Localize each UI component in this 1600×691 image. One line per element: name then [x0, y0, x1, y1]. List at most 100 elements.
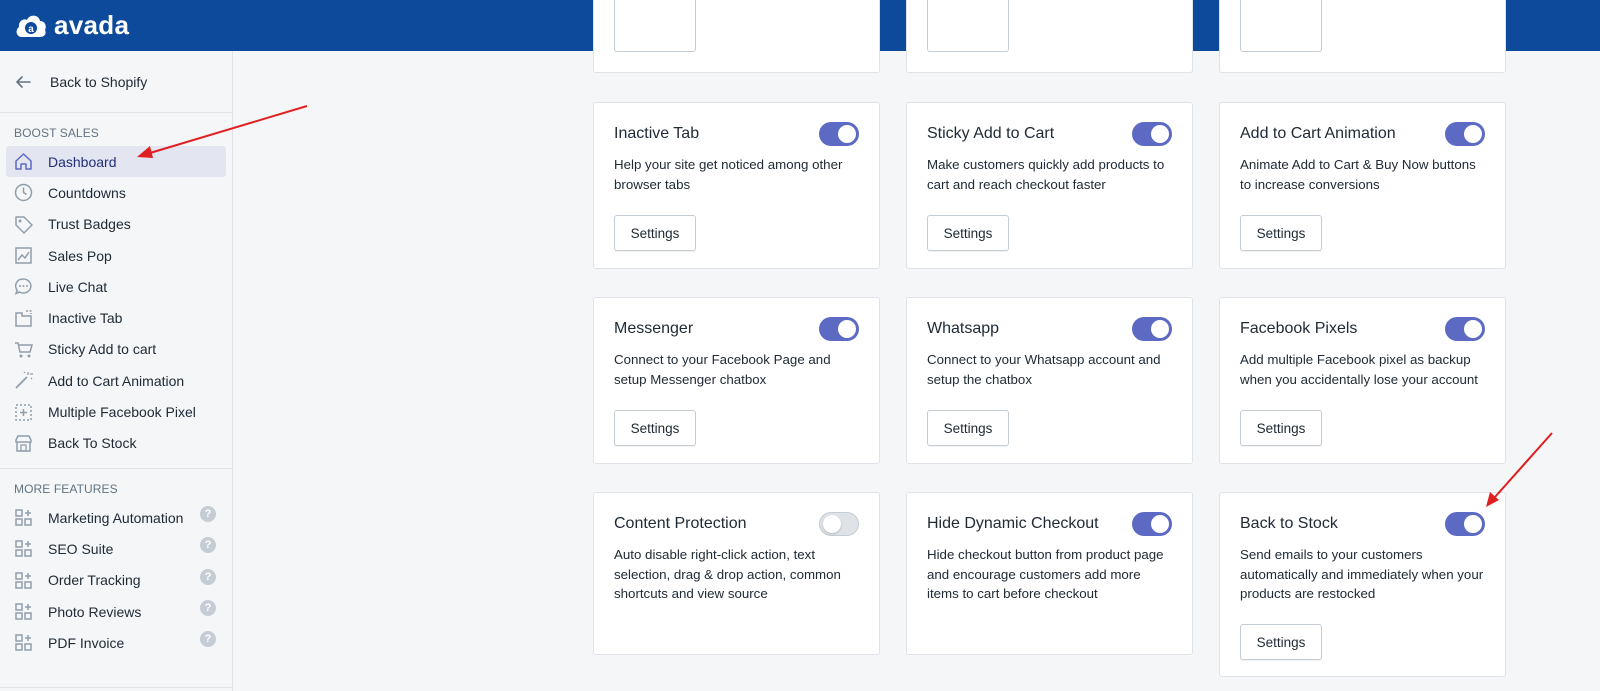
boost-sales-nav: Dashboard Countdowns Trust Badges Sales Pop…	[0, 146, 232, 459]
sidebar-item-label: Back To Stock	[48, 435, 137, 452]
chat-icon	[13, 276, 34, 297]
sidebar-item-label: SEO Suite	[48, 540, 114, 557]
back-label: Back to Shopify	[50, 73, 148, 90]
settings-button[interactable]: Settings	[927, 410, 1009, 446]
card-description: Help your site get noticed among other b…	[614, 157, 843, 192]
store-icon	[13, 433, 34, 454]
help-icon[interactable]: ?	[200, 631, 216, 648]
sidebar-item-label: Sales Pop	[48, 247, 112, 264]
sidebar-item-seo-suite[interactable]: SEO Suite?	[6, 533, 226, 564]
sidebar-item-countdowns[interactable]: Countdowns	[6, 177, 226, 208]
card-title: Content Protection	[614, 515, 747, 532]
more-features-nav: Marketing Automation? SEO Suite? Order Tra…	[0, 502, 232, 658]
feature-toggle[interactable]	[1132, 512, 1172, 536]
feature-card-sticky-add-to-cart: Sticky Add to Cart Make customers quickly…	[906, 102, 1193, 269]
help-icon[interactable]: ?	[200, 537, 216, 554]
feature-card-add-to-cart-animation: Add to Cart Animation Animate Add to Cart…	[1219, 102, 1506, 269]
card-description: Send emails to your customers automatica…	[1240, 547, 1484, 601]
sidebar-item-label: Sticky Add to cart	[48, 341, 157, 358]
sidebar-item-sticky-add-to-cart[interactable]: Sticky Add to cart	[6, 334, 226, 365]
sidebar: Back to Shopify BOOST SALES Dashboard Cou…	[0, 51, 233, 691]
settings-button[interactable]: Settings	[1240, 624, 1322, 660]
sidebar-item-label: Order Tracking	[48, 572, 141, 589]
browser-tab-icon	[13, 308, 34, 329]
sidebar-item-dashboard[interactable]: Dashboard	[6, 146, 226, 178]
card-title: Messenger	[614, 320, 694, 337]
sidebar-item-photo-reviews[interactable]: Photo Reviews?	[6, 596, 226, 627]
pixel-icon	[13, 402, 34, 423]
card-description: Add multiple Facebook pixel as backup wh…	[1240, 352, 1479, 387]
feature-card-whatsapp: Whatsapp Connect to your Whatsapp account…	[906, 297, 1193, 464]
card-description: Connect to your Whatsapp account and set…	[927, 352, 1161, 387]
feature-toggle[interactable]	[819, 512, 859, 536]
card-description: Auto disable right-click action, text se…	[614, 547, 841, 601]
tag-icon	[13, 214, 34, 235]
clock-icon	[13, 182, 34, 203]
sidebar-item-back-to-stock[interactable]: Back To Stock	[6, 428, 226, 459]
back-to-shopify-link[interactable]: Back to Shopify	[0, 51, 232, 113]
brand-name: avada	[54, 10, 130, 40]
card-title: Back to Stock	[1240, 515, 1338, 532]
sidebar-item-inactive-tab[interactable]: Inactive Tab	[6, 302, 226, 333]
sidebar-item-label: Inactive Tab	[48, 310, 123, 327]
feature-card-back-to-stock: Back to Stock Send emails to your custome…	[1219, 492, 1506, 677]
sidebar-item-add-to-cart-animation[interactable]: Add to Cart Animation	[6, 365, 226, 396]
logo-letter: a	[28, 24, 34, 35]
settings-button-partial[interactable]	[1240, 0, 1322, 52]
sidebar-item-label: Marketing Automation	[48, 509, 184, 526]
sidebar-item-trust-badges[interactable]: Trust Badges	[6, 209, 226, 240]
chart-icon	[13, 245, 34, 266]
sidebar-item-marketing-automation[interactable]: Marketing Automation?	[6, 502, 226, 533]
sidebar-item-multiple-facebook-pixel[interactable]: Multiple Facebook Pixel	[6, 396, 226, 427]
card-partial	[1219, 0, 1506, 73]
sidebar-item-label: Photo Reviews	[48, 603, 142, 620]
help-icon[interactable]: ?	[200, 505, 216, 522]
feature-card-facebook-pixels: Facebook Pixels Add multiple Facebook pix…	[1219, 297, 1506, 464]
apps-icon	[13, 601, 34, 622]
feature-toggle[interactable]	[1445, 317, 1485, 341]
card-title: Facebook Pixels	[1240, 320, 1358, 337]
settings-button[interactable]: Settings	[927, 215, 1009, 251]
card-partial	[906, 0, 1193, 73]
card-title: Add to Cart Animation	[1240, 125, 1396, 142]
help-icon[interactable]: ?	[200, 568, 216, 585]
card-description: Connect to your Facebook Page and setup …	[614, 352, 831, 387]
card-description: Hide checkout button from product page a…	[927, 547, 1164, 601]
settings-button-partial[interactable]	[614, 0, 696, 52]
feature-toggle[interactable]	[1445, 512, 1485, 536]
settings-button[interactable]: Settings	[614, 215, 696, 251]
feature-toggle[interactable]	[819, 317, 859, 341]
card-title: Inactive Tab	[614, 125, 700, 142]
arrow-left-icon	[16, 75, 31, 88]
feature-toggle[interactable]	[1445, 122, 1485, 146]
card-title: Whatsapp	[927, 320, 1000, 337]
sidebar-item-pdf-invoice[interactable]: PDF Invoice?	[6, 627, 226, 658]
sidebar-item-label: Live Chat	[48, 278, 108, 295]
apps-icon	[13, 538, 34, 559]
sidebar-item-label: Countdowns	[48, 184, 126, 201]
home-icon	[13, 151, 34, 172]
feature-toggle[interactable]	[819, 122, 859, 146]
settings-button-partial[interactable]	[927, 0, 1009, 52]
avada-logo[interactable]: a avada	[14, 10, 129, 41]
settings-button[interactable]: Settings	[1240, 410, 1322, 446]
sidebar-item-label: Add to Cart Animation	[48, 372, 185, 389]
feature-toggle[interactable]	[1132, 317, 1172, 341]
sidebar-item-label: Dashboard	[48, 153, 117, 170]
settings-button[interactable]: Settings	[614, 410, 696, 446]
apps-icon	[13, 632, 34, 653]
sidebar-item-label: Multiple Facebook Pixel	[48, 404, 196, 421]
card-title: Sticky Add to Cart	[927, 125, 1055, 142]
settings-button[interactable]: Settings	[1240, 215, 1322, 251]
card-title: Hide Dynamic Checkout	[927, 515, 1099, 532]
magic-wand-icon	[13, 370, 34, 391]
sidebar-item-sales-pop[interactable]: Sales Pop	[6, 240, 226, 271]
sidebar-item-live-chat[interactable]: Live Chat	[6, 271, 226, 302]
feature-card-inactive-tab: Inactive Tab Help your site get noticed a…	[593, 102, 880, 269]
card-description: Make customers quickly add products to c…	[927, 157, 1165, 192]
more-features-heading: MORE FEATURES	[14, 481, 118, 496]
sidebar-item-order-tracking[interactable]: Order Tracking?	[6, 565, 226, 596]
boost-sales-heading: BOOST SALES	[14, 126, 99, 140]
help-icon[interactable]: ?	[200, 599, 216, 616]
feature-toggle[interactable]	[1132, 122, 1172, 146]
